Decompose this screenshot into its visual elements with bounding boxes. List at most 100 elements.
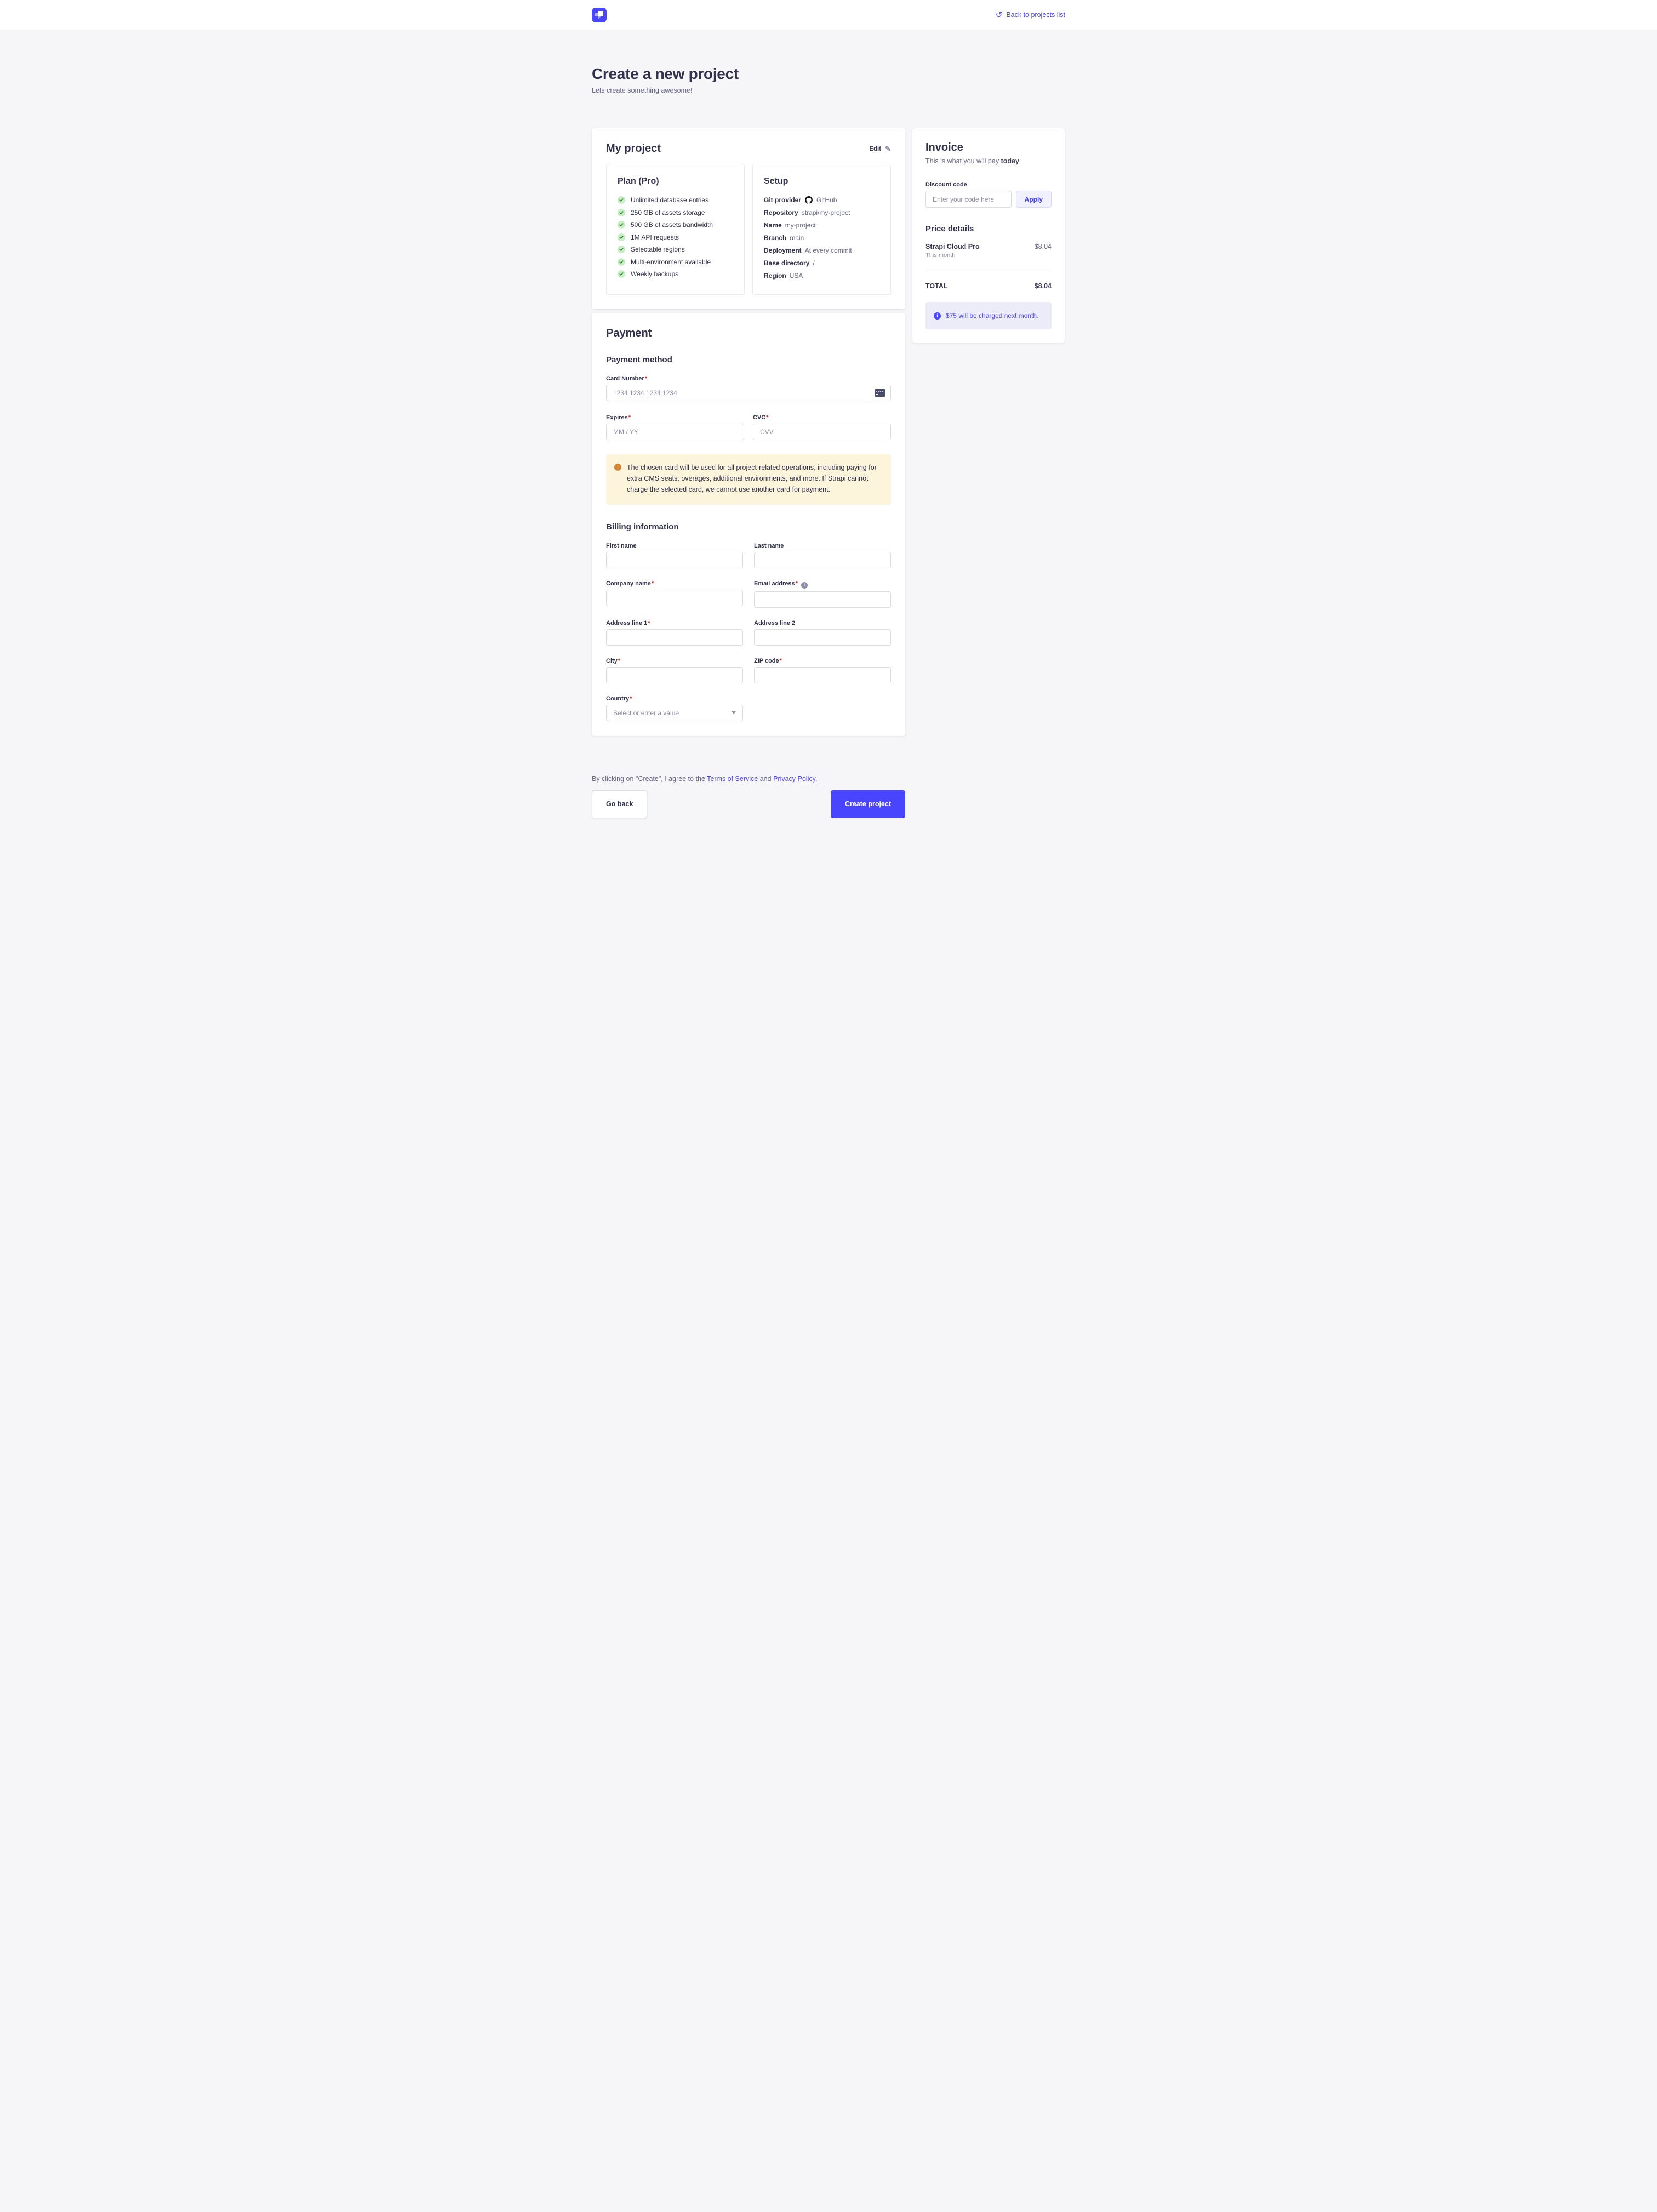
discount-code-input[interactable] [925, 191, 1012, 208]
github-icon [805, 196, 813, 204]
warning-icon: ! [614, 464, 621, 471]
setup-row: Base directory / [764, 259, 879, 267]
apply-discount-button[interactable]: Apply [1016, 191, 1052, 208]
line-item-amount: $8.04 [1035, 243, 1052, 250]
city-field: City* [606, 658, 743, 683]
setup-row: Git provider GitHub [764, 196, 879, 204]
required-asterisk: * [766, 414, 768, 421]
check-circle-icon [618, 233, 625, 241]
email-address-field: Email address*i [754, 580, 891, 608]
invoice-total-row: TOTAL $8.04 [925, 282, 1052, 290]
warning-text: The chosen card will be used for all pro… [627, 462, 881, 495]
company-name-field: Company name* [606, 580, 743, 608]
address-line-2-field: Address line 2 [754, 620, 891, 646]
setup-row-label: Deployment [764, 247, 802, 254]
page-head: Create a new project Lets create somethi… [592, 30, 1065, 94]
terms-of-service-link[interactable]: Terms of Service [707, 775, 758, 783]
setup-row-label: Git provider [764, 196, 801, 204]
privacy-policy-link[interactable]: Privacy Policy [773, 775, 815, 783]
back-link-label: Back to projects list [1006, 11, 1065, 19]
my-project-title: My project [606, 142, 661, 155]
plan-feature-label: 500 GB of assets bandwidth [631, 221, 713, 229]
check-circle-icon [618, 270, 625, 278]
setup-row: Repository strapi/my-project [764, 209, 879, 216]
info-icon: i [934, 312, 941, 320]
invoice-line-item: Strapi Cloud Pro This month $8.04 [925, 243, 1052, 259]
card-number-label: Card Number* [606, 375, 891, 382]
line-item-period: This month [925, 252, 980, 259]
billing-information-title: Billing information [606, 522, 891, 532]
go-back-button[interactable]: Go back [592, 790, 647, 818]
last-name-label: Last name [754, 543, 891, 549]
first-name-input[interactable] [606, 552, 743, 568]
edit-button-label: Edit [869, 146, 881, 152]
setup-row-value: my-project [785, 221, 816, 229]
zip-code-field: ZIP code* [754, 658, 891, 683]
info-icon[interactable]: i [801, 582, 808, 589]
total-label: TOTAL [925, 282, 948, 290]
total-amount: $8.04 [1035, 282, 1052, 290]
payment-method-title: Payment method [606, 355, 891, 364]
plan-feature-label: 1M API requests [631, 233, 679, 241]
plan-feature: 250 GB of assets storage [618, 209, 733, 216]
required-asterisk: * [618, 658, 620, 664]
strapi-logo-icon[interactable] [592, 8, 607, 22]
email-address-label: Email address*i [754, 580, 891, 589]
setup-row-value: GitHub [816, 196, 837, 204]
required-asterisk: * [645, 375, 647, 382]
email-address-input[interactable] [754, 591, 891, 608]
payment-title: Payment [606, 327, 891, 340]
setup-row-label: Repository [764, 209, 798, 216]
setup-row-label: Branch [764, 234, 786, 242]
setup-row: Region USA [764, 272, 879, 280]
back-to-projects-link[interactable]: ↺ Back to projects list [996, 11, 1065, 19]
back-arrow-icon: ↺ [996, 11, 1003, 19]
address-line-2-input[interactable] [754, 629, 891, 646]
plan-title: Plan (Pro) [618, 176, 733, 186]
check-circle-icon [618, 221, 625, 229]
credit-card-icon [875, 389, 885, 397]
setup-row: Deployment At every commit [764, 247, 879, 254]
invoice-title: Invoice [925, 141, 1052, 154]
check-circle-icon [618, 246, 625, 253]
card-number-input[interactable] [606, 385, 891, 401]
country-select[interactable]: Select or enter a value [606, 705, 743, 721]
edit-project-button[interactable]: Edit ✎ [869, 145, 891, 153]
pencil-icon: ✎ [885, 145, 891, 153]
setup-title: Setup [764, 176, 879, 186]
city-input[interactable] [606, 667, 743, 683]
last-name-input[interactable] [754, 552, 891, 568]
cvc-input[interactable] [753, 424, 891, 440]
invoice-subtitle-emphasis: today [1001, 157, 1019, 165]
plan-feature-label: Multi-environment available [631, 258, 711, 266]
plan-feature: Selectable regions [618, 246, 733, 253]
setup-row-value: strapi/my-project [802, 209, 850, 216]
invoice-subtitle: This is what you will pay today [925, 157, 1052, 165]
page-title: Create a new project [592, 65, 1065, 83]
check-circle-icon [618, 196, 625, 204]
first-name-label: First name [606, 543, 743, 549]
setup-row-value: At every commit [805, 247, 852, 254]
company-name-input[interactable] [606, 590, 743, 606]
zip-code-label: ZIP code* [754, 658, 891, 664]
create-project-button[interactable]: Create project [831, 790, 905, 818]
country-field: Country* Select or enter a value [606, 695, 743, 721]
setup-row-label: Region [764, 272, 786, 280]
page-subtitle: Lets create something awesome! [592, 87, 1065, 94]
address-line-1-input[interactable] [606, 629, 743, 646]
setup-row-label: Base directory [764, 259, 809, 267]
line-item-name: Strapi Cloud Pro [925, 243, 980, 250]
invoice-card: Invoice This is what you will pay today … [912, 128, 1065, 343]
required-asterisk: * [630, 695, 632, 702]
setup-row: Name my-project [764, 221, 879, 229]
top-bar: ↺ Back to projects list [0, 0, 1657, 30]
address-line-2-label: Address line 2 [754, 620, 891, 626]
zip-code-input[interactable] [754, 667, 891, 683]
required-asterisk: * [648, 620, 650, 626]
setup-box: Setup Git provider GitHub Repository str… [752, 164, 891, 295]
plan-feature: Unlimited database entries [618, 196, 733, 204]
expires-label: Expires* [606, 414, 744, 421]
setup-row-value: / [813, 259, 814, 267]
expires-input[interactable] [606, 424, 744, 440]
card-usage-warning: ! The chosen card will be used for all p… [606, 454, 891, 505]
